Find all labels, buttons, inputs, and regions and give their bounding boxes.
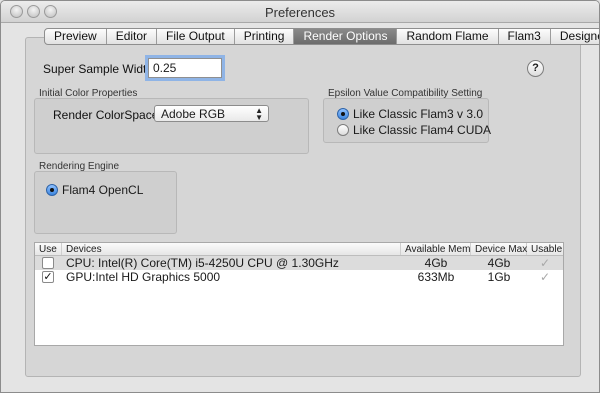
epsilon-option-flam4[interactable]: Like Classic Flam4 CUDA: [337, 123, 491, 137]
column-header-devices[interactable]: Devices: [62, 243, 401, 255]
table-header: Use Devices Available Mem Device Max Usa…: [35, 243, 563, 256]
render-colorspace-popup[interactable]: Adobe RGB ▲ ▼: [154, 105, 269, 122]
available-mem-cell: 633Mb: [417, 270, 455, 284]
epsilon-option-flam4-label: Like Classic Flam4 CUDA: [353, 123, 492, 137]
epsilon-option-flam3-label: Like Classic Flam3 v 3.0: [353, 107, 484, 121]
radio-unselected-icon: [337, 124, 349, 136]
engine-option-flam4-opencl[interactable]: Flam4 OpenCL: [46, 183, 143, 197]
devices-table: Use Devices Available Mem Device Max Usa…: [34, 242, 564, 346]
use-checkbox-checked[interactable]: ✓: [42, 271, 54, 283]
tab-flam3[interactable]: Flam3: [499, 29, 551, 44]
render-colorspace-label: Render ColorSpace: [53, 108, 159, 122]
tab-editor[interactable]: Editor: [107, 29, 158, 44]
tab-designer[interactable]: Designer: [551, 29, 599, 44]
device-max-cell: 4Gb: [487, 256, 511, 270]
tab-file-output[interactable]: File Output: [157, 29, 235, 44]
table-row[interactable]: CPU: Intel(R) Core(TM) i5-4250U CPU @ 1.…: [35, 256, 563, 270]
device-name-cell: GPU:Intel HD Graphics 5000: [66, 270, 221, 284]
window-title: Preferences: [264, 5, 336, 20]
available-mem-cell: 4Gb: [424, 256, 448, 270]
device-name-cell: CPU: Intel(R) Core(TM) i5-4250U CPU @ 1.…: [66, 256, 339, 270]
tab-render-options[interactable]: Render Options: [294, 29, 398, 44]
rendering-engine-group: [34, 171, 177, 234]
super-sample-width-label: Super Sample Width: [43, 62, 154, 76]
radio-selected-icon: [337, 108, 349, 120]
radio-selected-icon: [46, 184, 58, 196]
column-header-usable[interactable]: Usable: [527, 243, 563, 255]
render-colorspace-value: Adobe RGB: [161, 107, 226, 121]
column-header-device-max[interactable]: Device Max: [471, 243, 527, 255]
usable-check-icon: ✓: [539, 270, 551, 284]
title-bar: Preferences: [1, 1, 599, 23]
help-button[interactable]: ?: [527, 60, 544, 77]
epsilon-option-flam3[interactable]: Like Classic Flam3 v 3.0: [337, 107, 483, 121]
tab-printing[interactable]: Printing: [235, 29, 295, 44]
column-header-use[interactable]: Use: [35, 243, 62, 255]
table-row[interactable]: ✓ GPU:Intel HD Graphics 5000 633Mb 1Gb ✓: [35, 270, 563, 284]
super-sample-width-field[interactable]: 0.25: [148, 58, 222, 78]
preferences-window: Preferences Preview Editor File Output P…: [0, 0, 600, 393]
use-checkbox-unchecked[interactable]: [42, 257, 54, 269]
tab-random-flame[interactable]: Random Flame: [397, 29, 499, 44]
device-max-cell: 1Gb: [487, 270, 511, 284]
engine-option-label: Flam4 OpenCL: [62, 183, 144, 197]
usable-check-icon: ✓: [539, 256, 551, 270]
column-header-available-mem[interactable]: Available Mem: [401, 243, 471, 255]
tab-bar: Preview Editor File Output Printing Rend…: [44, 28, 599, 45]
popup-arrows-icon: ▲ ▼: [255, 106, 263, 122]
tab-preview[interactable]: Preview: [45, 29, 107, 44]
